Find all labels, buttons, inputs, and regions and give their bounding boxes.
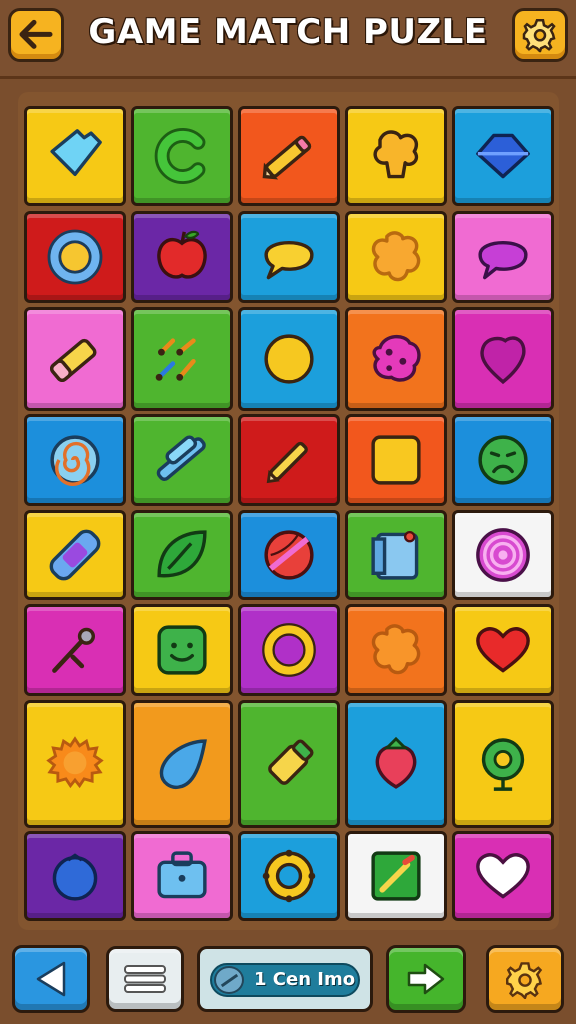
apple-icon xyxy=(157,230,207,279)
sun-gear-icon xyxy=(46,736,104,789)
strawberry-icon xyxy=(375,736,417,789)
water-drop-icon xyxy=(159,739,207,790)
pencil-icon xyxy=(262,135,312,180)
ring-icon xyxy=(47,229,103,285)
gear-icon xyxy=(522,19,556,53)
smiley-block-icon xyxy=(157,625,207,675)
tile-r7-c4[interactable] xyxy=(345,700,447,828)
tile-r3-c5[interactable] xyxy=(452,307,554,411)
striped-ball-icon xyxy=(264,530,314,580)
crossed-sticks-icon xyxy=(156,435,206,481)
tile-r5-c4[interactable] xyxy=(345,510,447,600)
flower-blob-icon xyxy=(371,231,421,282)
tile-r2-c1[interactable] xyxy=(24,211,126,303)
gear-icon xyxy=(506,962,543,999)
previous-button[interactable] xyxy=(12,945,90,1013)
tile-r2-c5[interactable] xyxy=(452,211,554,303)
coin-counter: 1 Cen Imo xyxy=(197,946,373,1012)
tile-r5-c5[interactable] xyxy=(452,510,554,600)
sad-face-icon xyxy=(478,435,528,485)
counter-text: 1 Cen Imo xyxy=(254,969,356,990)
tile-r4-c5[interactable] xyxy=(452,414,554,506)
bandage-icon xyxy=(49,529,101,581)
purple-spiral-icon xyxy=(476,528,530,582)
blue-berry-icon xyxy=(52,853,98,901)
tile-r3-c3[interactable] xyxy=(238,307,340,411)
tile-r7-c3[interactable] xyxy=(238,700,340,828)
tile-r6-c4[interactable] xyxy=(345,604,447,696)
tile-r1-c4[interactable] xyxy=(345,106,447,206)
footer-settings-button[interactable] xyxy=(486,945,564,1013)
tile-r2-c4[interactable] xyxy=(345,211,447,303)
yellow-ring-icon xyxy=(262,623,316,677)
tile-r5-c3[interactable] xyxy=(238,510,340,600)
tile-r3-c2[interactable] xyxy=(131,307,233,411)
pin-icon xyxy=(52,627,95,673)
menu-lines-icon xyxy=(124,965,166,993)
next-button[interactable] xyxy=(386,945,466,1013)
tile-r7-c5[interactable] xyxy=(452,700,554,828)
tile-r4-c4[interactable] xyxy=(345,414,447,506)
page-title: GAME MATCH PUZLE xyxy=(88,12,488,52)
yellow-gear-ring-icon xyxy=(262,849,316,903)
tile-r1-c5[interactable] xyxy=(452,106,554,206)
speech-bubble-icon xyxy=(264,241,314,280)
tile-r5-c2[interactable] xyxy=(131,510,233,600)
tile-r3-c4[interactable] xyxy=(345,307,447,411)
tile-r8-c1[interactable] xyxy=(24,831,126,921)
tile-r8-c4[interactable] xyxy=(345,831,447,921)
leaf-icon xyxy=(157,530,207,578)
counter-pill: 1 Cen Imo xyxy=(210,963,360,997)
heart-icon xyxy=(476,627,530,673)
glue-stick-icon xyxy=(268,739,314,785)
menu-button[interactable] xyxy=(106,946,184,1012)
back-button[interactable] xyxy=(8,8,64,62)
yellow-square-icon xyxy=(371,435,421,485)
tile-r4-c3[interactable] xyxy=(238,414,340,506)
tile-r7-c1[interactable] xyxy=(24,700,126,828)
orange-blob-icon xyxy=(371,624,421,675)
tile-r1-c2[interactable] xyxy=(131,106,233,206)
yellow-circle-icon xyxy=(264,334,314,384)
green-plant-icon xyxy=(481,738,525,791)
tile-r4-c1[interactable] xyxy=(24,414,126,506)
green-note-icon xyxy=(371,851,421,901)
blue-diamond-icon xyxy=(476,133,530,179)
pink-drop-icon xyxy=(480,336,526,385)
spiral-icon xyxy=(50,435,100,486)
blue-gem-icon xyxy=(50,129,102,176)
tile-r2-c3[interactable] xyxy=(238,211,340,303)
small-pencil-icon xyxy=(266,441,308,484)
letter-c-icon xyxy=(154,128,206,184)
eraser-pencil-icon xyxy=(50,338,97,383)
tile-r8-c5[interactable] xyxy=(452,831,554,921)
notebook-icon xyxy=(371,531,419,580)
tile-r8-c2[interactable] xyxy=(131,831,233,921)
yellow-blob-icon xyxy=(373,130,419,179)
tile-r4-c2[interactable] xyxy=(131,414,233,506)
tile-r7-c2[interactable] xyxy=(131,700,233,828)
purple-bubble-icon xyxy=(478,241,528,280)
play-left-icon xyxy=(36,961,66,997)
coin-icon xyxy=(214,966,244,994)
arrow-left-icon xyxy=(19,19,53,49)
settings-button[interactable] xyxy=(512,8,568,62)
tile-r6-c5[interactable] xyxy=(452,604,554,696)
tile-r1-c3[interactable] xyxy=(238,106,340,206)
pink-cookie-icon xyxy=(372,335,421,382)
tile-r6-c1[interactable] xyxy=(24,604,126,696)
tile-r5-c1[interactable] xyxy=(24,510,126,600)
tile-r8-c3[interactable] xyxy=(238,831,340,921)
top-bar: GAME MATCH PUZLE xyxy=(0,0,576,79)
music-notes-icon xyxy=(155,338,196,381)
arrow-right-icon xyxy=(407,963,445,995)
tile-r6-c3[interactable] xyxy=(238,604,340,696)
briefcase-icon xyxy=(157,851,207,899)
tile-r2-c2[interactable] xyxy=(131,211,233,303)
tile-r1-c1[interactable] xyxy=(24,106,126,206)
tile-r6-c2[interactable] xyxy=(131,604,233,696)
white-heart-icon xyxy=(476,853,530,899)
tile-r3-c1[interactable] xyxy=(24,307,126,411)
